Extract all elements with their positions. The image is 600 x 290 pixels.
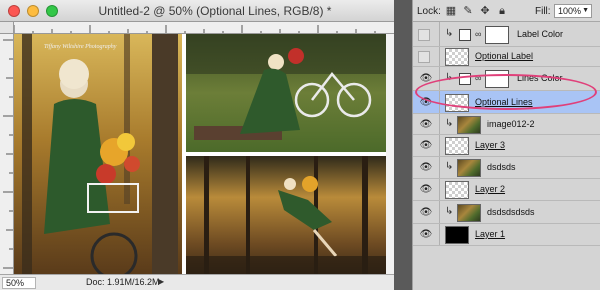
layer-mask-thumbnail[interactable]	[485, 26, 509, 44]
layer-name[interactable]: Label Color	[517, 29, 563, 39]
lock-label: Lock:	[417, 6, 441, 17]
fill-field[interactable]: 100% ▼	[554, 4, 592, 18]
lock-fill-row: Lock: ▦ ✎ ✥ 🔒︎ Fill: 100% ▼	[413, 0, 600, 22]
row-divider	[439, 224, 440, 245]
annotation-circle	[415, 74, 597, 110]
zoom-window-button[interactable]	[46, 5, 58, 17]
horizontal-ruler-ticks	[14, 25, 376, 33]
document-title: Untitled-2 @ 50% (Optional Lines, RGB/8)…	[98, 4, 332, 18]
visibility-toggle-empty[interactable]	[418, 51, 430, 63]
fill-label: Fill:	[535, 6, 551, 17]
collage-image: Tiffany Wiltshire Photography	[14, 34, 386, 274]
layer-name[interactable]: Layer 2	[475, 184, 505, 194]
title-bar[interactable]: Untitled-2 @ 50% (Optional Lines, RGB/8)…	[0, 0, 394, 22]
watermark-text: Tiffany Wiltshire Photography	[44, 43, 117, 50]
clipping-arrow-icon: ↳	[445, 28, 454, 39]
vertical-ruler-ticks	[3, 39, 13, 269]
visibility-eye-icon[interactable]: 👁︎	[418, 162, 434, 174]
photo-left: Tiffany Wiltshire Photography	[14, 34, 182, 274]
row-divider	[439, 47, 440, 66]
vertical-ruler[interactable]	[0, 34, 14, 274]
fill-color-swatch[interactable]	[459, 29, 471, 41]
minimize-window-button[interactable]	[27, 5, 39, 17]
layer-row[interactable]: 👁︎ ↳ dsdsds	[413, 157, 600, 179]
visibility-eye-icon[interactable]: 👁︎	[418, 207, 434, 219]
ruler-origin[interactable]	[0, 22, 14, 34]
canvas[interactable]: Tiffany Wiltshire Photography	[14, 34, 386, 274]
fill-dropdown-icon[interactable]: ▼	[582, 5, 589, 17]
optional-line-vertical	[182, 34, 186, 274]
document-window: Untitled-2 @ 50% (Optional Lines, RGB/8)…	[0, 0, 394, 290]
close-window-button[interactable]	[8, 5, 20, 17]
panel-dock-gap	[394, 0, 412, 290]
layers-panel: Lock: ▦ ✎ ✥ 🔒︎ Fill: 100% ▼ ↳ ∞ Label Colo…	[412, 0, 600, 290]
fill-value: 100%	[558, 6, 582, 16]
layer-row[interactable]: 👁︎ ↳ dsdsdsdsds	[413, 201, 600, 224]
clipping-arrow-icon: ↳	[445, 161, 454, 172]
layer-name[interactable]: image012-2	[487, 119, 535, 129]
layer-name[interactable]: Optional Label	[475, 51, 533, 61]
link-chain-icon[interactable]: ∞	[475, 29, 481, 39]
visibility-eye-icon[interactable]: 👁︎	[418, 184, 434, 196]
layer-row[interactable]: 👁︎ Layer 3	[413, 135, 600, 157]
lock-image-pixels-icon[interactable]: ✎	[461, 4, 475, 18]
row-divider	[439, 179, 440, 200]
layer-thumbnail[interactable]	[457, 204, 481, 222]
status-bar: 50% Doc: 1.91M/16.2M ▶	[0, 274, 394, 290]
layer-row[interactable]: ↳ ∞ Label Color	[413, 22, 600, 47]
layer-thumbnail[interactable]	[445, 48, 469, 66]
layer-name[interactable]: dsdsdsdsds	[487, 207, 535, 217]
layer-row[interactable]: 👁︎ Layer 1	[413, 224, 600, 246]
layer-row[interactable]: Optional Label	[413, 47, 600, 67]
visibility-eye-icon[interactable]: 👁︎	[418, 229, 434, 241]
clipping-arrow-icon: ↳	[445, 206, 454, 217]
lock-transparent-pixels-icon[interactable]: ▦	[444, 4, 458, 18]
layer-row[interactable]: 👁︎ Layer 2	[413, 179, 600, 201]
visibility-toggle-empty[interactable]	[418, 29, 430, 41]
layer-thumbnail[interactable]	[445, 137, 469, 155]
vertical-scrollbar[interactable]	[386, 34, 394, 274]
layer-thumbnail[interactable]	[457, 116, 481, 134]
visibility-eye-icon[interactable]: 👁︎	[418, 140, 434, 152]
document-size: Doc: 1.91M/16.2M	[86, 277, 160, 287]
layer-name[interactable]: Layer 3	[475, 140, 505, 150]
row-divider	[439, 157, 440, 178]
layer-thumbnail[interactable]	[445, 181, 469, 199]
layer-name[interactable]: Layer 1	[475, 229, 505, 239]
photo-bottom-right	[186, 156, 386, 274]
status-menu-arrow-icon[interactable]: ▶	[158, 277, 164, 286]
lock-position-icon[interactable]: ✥	[478, 4, 492, 18]
layer-thumbnail[interactable]	[457, 159, 481, 177]
zoom-field[interactable]: 50%	[2, 277, 36, 289]
horizontal-ruler[interactable]	[14, 22, 394, 34]
visibility-eye-icon[interactable]: 👁︎	[418, 119, 434, 131]
layer-row[interactable]: 👁︎ ↳ image012-2	[413, 114, 600, 135]
row-divider	[439, 22, 440, 46]
photo-top-right	[186, 34, 386, 152]
row-divider	[439, 201, 440, 223]
clipping-arrow-icon: ↳	[445, 118, 454, 129]
layer-thumbnail[interactable]	[445, 226, 469, 244]
layer-name[interactable]: dsdsds	[487, 162, 516, 172]
row-divider	[439, 135, 440, 156]
lock-all-icon[interactable]: 🔒︎	[495, 4, 509, 18]
row-divider	[439, 114, 440, 134]
optional-line-horizontal	[186, 152, 386, 156]
